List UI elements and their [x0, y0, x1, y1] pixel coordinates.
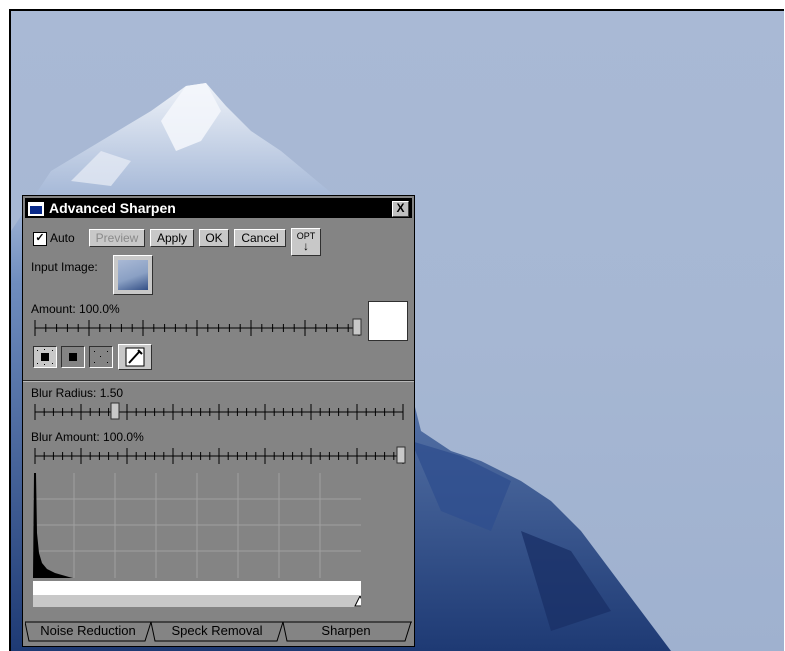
amount-label: Amount: 100.0% [31, 302, 120, 316]
input-image-label: Input Image: [31, 260, 98, 274]
input-image-thumbnail[interactable] [113, 255, 153, 295]
auto-label: Auto [50, 231, 75, 245]
histogram-graph [33, 473, 361, 578]
blur-radius-slider[interactable] [33, 400, 408, 424]
blur-amount-slider[interactable] [33, 444, 408, 468]
solid-square-button[interactable] [61, 346, 85, 368]
eyedropper-button[interactable] [118, 344, 152, 370]
close-button[interactable]: X [392, 201, 409, 217]
blur-radius-label: Blur Radius: 1.50 [31, 386, 124, 400]
tab-strip: Noise Reduction Speck Removal Sharpen [25, 621, 412, 643]
advanced-sharpen-dialog: Advanced Sharpen X ✓ Auto Preview Apply … [22, 195, 415, 647]
opt-button[interactable]: OPT ↓ [291, 228, 321, 256]
auto-checkbox[interactable]: ✓ [33, 232, 47, 246]
section-divider-highlight [23, 381, 414, 382]
window-icon [28, 202, 44, 216]
blur-radius-thumb[interactable] [110, 402, 120, 420]
dots-pattern-button[interactable] [33, 346, 57, 368]
level-marker-icon[interactable] [354, 594, 366, 607]
dots-icon [94, 351, 108, 363]
tab-sharpen[interactable]: Sharpen [287, 621, 405, 641]
dots-only-button[interactable] [89, 346, 113, 368]
preview-button[interactable]: Preview [89, 229, 145, 247]
tab-speck-removal[interactable]: Speck Removal [155, 621, 279, 641]
blur-amount-thumb[interactable] [396, 446, 406, 464]
arrow-down-icon: ↓ [303, 239, 309, 253]
apply-button[interactable]: Apply [150, 229, 194, 247]
solid-square-icon [69, 353, 77, 361]
dotted-square-icon [37, 349, 53, 365]
eyedropper-icon [125, 347, 145, 367]
ok-button[interactable]: OK [199, 229, 229, 247]
level-bar[interactable] [33, 581, 361, 595]
thumbnail-picture [118, 260, 148, 290]
color-swatch[interactable] [368, 301, 408, 341]
tab-noise-reduction[interactable]: Noise Reduction [31, 621, 145, 641]
dialog-title: Advanced Sharpen [49, 200, 176, 216]
cancel-button[interactable]: Cancel [234, 229, 286, 247]
amount-slider-thumb[interactable] [352, 318, 362, 336]
title-bar[interactable]: Advanced Sharpen X [25, 198, 412, 218]
amount-slider[interactable] [33, 316, 363, 340]
blur-amount-label: Blur Amount: 100.0% [31, 430, 144, 444]
level-bar-track [33, 594, 366, 607]
histogram-plot [33, 473, 361, 578]
